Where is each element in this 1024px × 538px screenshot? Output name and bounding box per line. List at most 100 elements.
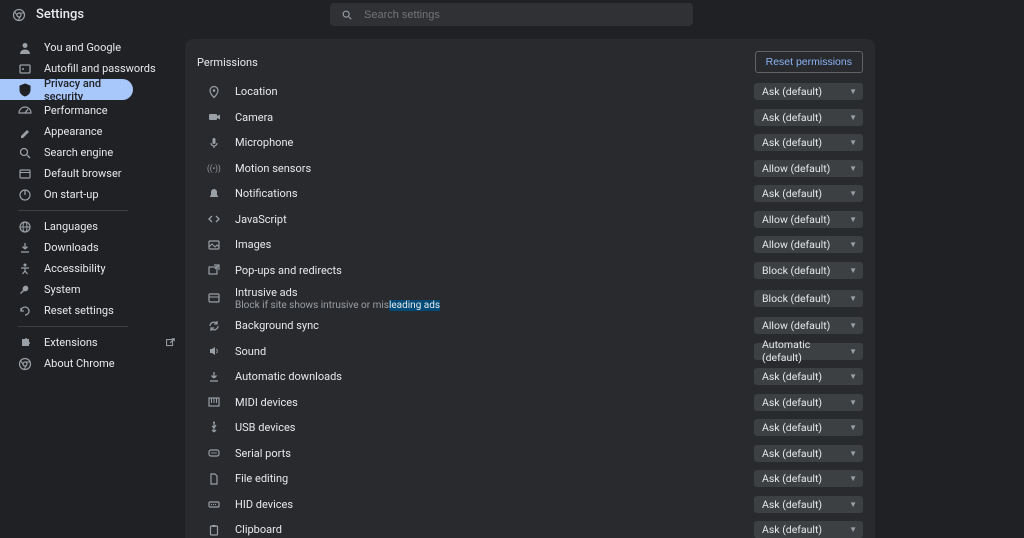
accessibility-icon xyxy=(18,262,32,276)
sidebar-item-label: Downloads xyxy=(44,241,185,254)
sidebar-item-label: Extensions xyxy=(44,336,151,349)
sidebar-item-label: Default browser xyxy=(44,167,185,180)
dropdown-value: Ask (default) xyxy=(762,498,822,511)
chevron-down-icon: ▼ xyxy=(849,449,857,458)
sidebar-item-default-browser[interactable]: Default browser xyxy=(0,163,185,184)
chevron-down-icon: ▼ xyxy=(849,164,857,173)
sidebar-item-label: On start-up xyxy=(44,188,185,201)
sidebar-item-privacy[interactable]: Privacy and security xyxy=(0,79,133,100)
permission-dropdown-microphone[interactable]: Ask (default) ▼ xyxy=(754,134,863,151)
permission-row-location: LocationAsk (default)▼ xyxy=(185,79,875,105)
sidebar-item-performance[interactable]: Performance xyxy=(0,100,185,121)
sidebar-item-about[interactable]: About Chrome xyxy=(0,353,185,374)
permission-dropdown-usb[interactable]: Ask (default)▼ xyxy=(754,419,863,436)
permission-dropdown-camera[interactable]: Ask (default)▼ xyxy=(754,109,863,126)
power-icon xyxy=(18,188,32,202)
permission-row-notifications: Notifications Ask (default)▼ xyxy=(185,181,875,207)
permission-label: Serial ports xyxy=(235,447,740,460)
permission-dropdown-images[interactable]: Allow (default)▼ xyxy=(754,236,863,253)
dropdown-value: Block (default) xyxy=(762,264,830,277)
dropdown-value: Ask (default) xyxy=(762,136,822,149)
sidebar-item-extensions[interactable]: Extensions xyxy=(0,332,185,353)
permission-dropdown-ads[interactable]: Block (default)▼ xyxy=(754,290,863,307)
dropdown-value: Automatic (default) xyxy=(762,338,849,364)
app-title: Settings xyxy=(36,7,84,22)
browser-icon xyxy=(18,167,32,181)
chevron-down-icon: ▼ xyxy=(849,240,857,249)
chevron-down-icon: ▼ xyxy=(849,266,857,275)
permission-dropdown-motion[interactable]: Allow (default) ▼ xyxy=(754,160,863,177)
download-icon xyxy=(207,370,221,384)
reset-permissions-button[interactable]: Reset permissions xyxy=(755,51,863,73)
permission-row-usb: USB devicesAsk (default)▼ xyxy=(185,415,875,441)
sidebar-item-appearance[interactable]: Appearance xyxy=(0,121,185,142)
permission-row-popups: Pop-ups and redirects Block (default) ▼ xyxy=(185,258,875,284)
dropdown-value: Ask (default) xyxy=(762,370,822,383)
sidebar-item-reset[interactable]: Reset settings xyxy=(0,300,185,321)
motion-icon xyxy=(207,161,221,175)
permission-label: Sound xyxy=(235,345,740,358)
dropdown-value: Ask (default) xyxy=(762,472,822,485)
search-input[interactable] xyxy=(364,9,683,21)
permission-dropdown-popups[interactable]: Block (default) ▼ xyxy=(754,262,863,279)
sidebar-item-system[interactable]: System xyxy=(0,279,185,300)
sound-icon xyxy=(207,344,221,358)
permission-dropdown-autodl[interactable]: Ask (default) ▼ xyxy=(754,368,863,385)
permission-dropdown-sound[interactable]: Automatic (default)▼ xyxy=(754,343,863,360)
permission-dropdown-fileedit[interactable]: Ask (default)▼ xyxy=(754,470,863,487)
sidebar-item-label: System xyxy=(44,283,185,296)
sidebar-item-on-startup[interactable]: On start-up xyxy=(0,184,185,205)
chevron-down-icon: ▼ xyxy=(849,347,857,356)
sidebar-item-search-engine[interactable]: Search engine xyxy=(0,142,185,163)
permission-row-autodl: Automatic downloadsAsk (default)▼ xyxy=(185,364,875,390)
chevron-down-icon: ▼ xyxy=(849,138,857,147)
permission-dropdown-javascript[interactable]: Allow (default)▼ xyxy=(754,211,863,228)
permission-dropdown-location[interactable]: Ask (default)▼ xyxy=(754,83,863,100)
hid-icon xyxy=(207,497,221,511)
search-icon xyxy=(340,8,354,22)
permission-label: Motion sensors xyxy=(235,162,740,175)
serial-icon xyxy=(207,446,221,460)
permission-row-camera: CameraAsk (default)▼ xyxy=(185,105,875,131)
permission-label: File editing xyxy=(235,472,740,485)
usb-icon xyxy=(207,421,221,435)
search-box[interactable] xyxy=(330,3,693,26)
permission-dropdown-hid[interactable]: Ask (default)▼ xyxy=(754,496,863,513)
popup-icon xyxy=(207,263,221,277)
puzzle-icon xyxy=(18,336,32,350)
permission-dropdown-serial[interactable]: Ask (default)▼ xyxy=(754,445,863,462)
dropdown-value: Allow (default) xyxy=(762,162,830,175)
sidebar-item-downloads[interactable]: Downloads xyxy=(0,237,185,258)
search-icon xyxy=(18,146,32,160)
permission-row-javascript: JavaScriptAllow (default)▼ xyxy=(185,207,875,233)
sidebar-item-label: You and Google xyxy=(44,41,185,54)
bell-icon xyxy=(207,187,221,201)
sidebar-item-you-and-google[interactable]: You and Google xyxy=(0,37,185,58)
permission-row-fileedit: File editing Ask (default)▼ xyxy=(185,466,875,492)
permission-dropdown-midi[interactable]: Ask (default)▼ xyxy=(754,394,863,411)
dropdown-value: Ask (default) xyxy=(762,523,822,536)
permission-dropdown-clipboard[interactable]: Ask (default)▼ xyxy=(754,521,863,538)
mic-icon xyxy=(207,136,221,150)
sidebar-item-label: Performance xyxy=(44,104,185,117)
permission-label: Images xyxy=(235,238,740,251)
permission-dropdown-bgsync[interactable]: Allow (default)▼ xyxy=(754,317,863,334)
chevron-down-icon: ▼ xyxy=(849,321,857,330)
sidebar-item-label: Privacy and security xyxy=(44,77,133,103)
chevron-down-icon: ▼ xyxy=(849,372,857,381)
permission-label: Microphone xyxy=(235,136,740,149)
chevron-down-icon: ▼ xyxy=(849,215,857,224)
permission-label: Pop-ups and redirects xyxy=(235,264,740,277)
permission-label: MIDI devices xyxy=(235,396,740,409)
file-icon xyxy=(207,472,221,486)
ads-icon xyxy=(207,291,221,305)
sidebar-item-label: Languages xyxy=(44,220,185,233)
permission-dropdown-notifications[interactable]: Ask (default)▼ xyxy=(754,185,863,202)
sidebar-item-languages[interactable]: Languages xyxy=(0,216,185,237)
sidebar-item-accessibility[interactable]: Accessibility xyxy=(0,258,185,279)
permission-row-images: Images Allow (default)▼ xyxy=(185,232,875,258)
chevron-down-icon: ▼ xyxy=(849,398,857,407)
midi-icon xyxy=(207,395,221,409)
permission-label: Intrusive adsBlock if site shows intrusi… xyxy=(235,286,740,311)
permission-label: Notifications xyxy=(235,187,740,200)
